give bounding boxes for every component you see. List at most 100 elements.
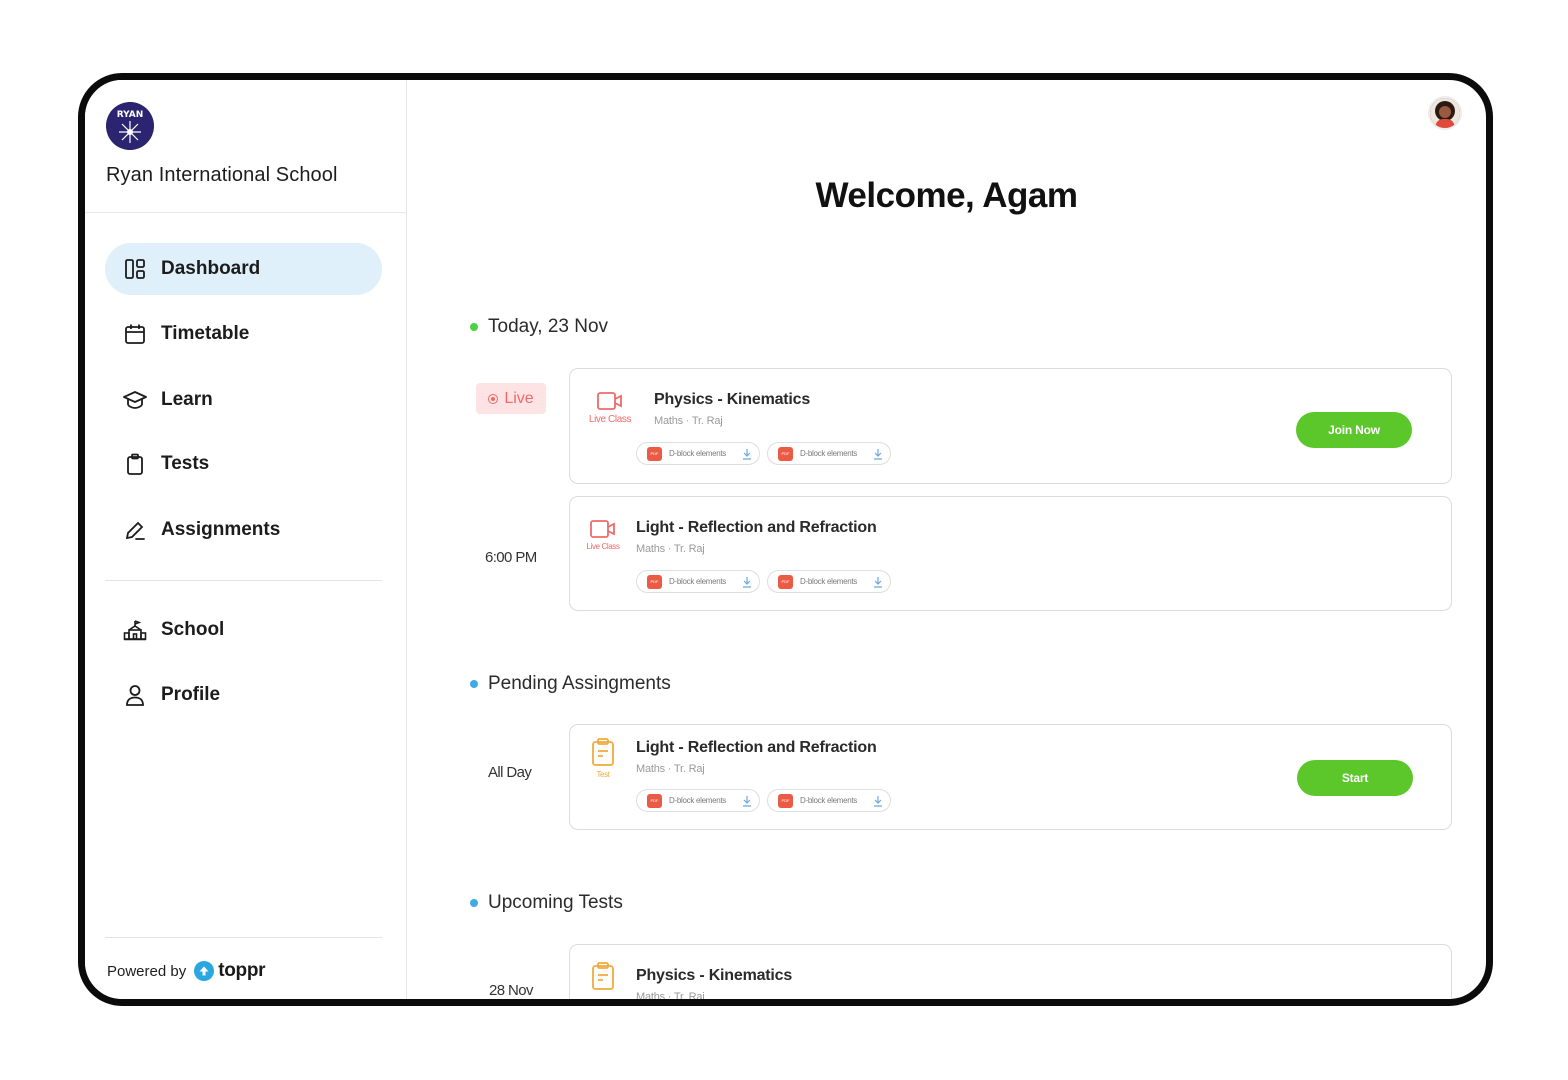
graduation-cap-icon — [123, 388, 147, 412]
card-title: Physics - Kinematics — [636, 967, 793, 984]
nav-learn[interactable]: Learn — [105, 374, 382, 426]
live-badge: Live — [476, 383, 546, 414]
divider — [105, 580, 382, 581]
type-indicator: Live Class — [580, 519, 626, 551]
app-screen: RYAN Ryan International School Dashboard — [85, 80, 1486, 999]
nav-label: Profile — [161, 684, 221, 705]
pdf-icon: PDF — [778, 446, 793, 461]
school-name: Ryan International School — [106, 164, 338, 186]
assignment-card[interactable]: Test Light - Reflection and Refraction M… — [569, 724, 1452, 830]
card-title: Light - Reflection and Refraction — [636, 739, 877, 756]
attachment-chip[interactable]: PDF D-block elements — [767, 570, 891, 593]
nav-label: School — [161, 619, 225, 640]
download-icon[interactable] — [872, 576, 884, 588]
section-title: Upcoming Tests — [488, 892, 623, 913]
status-dot — [470, 899, 478, 907]
attachment-chip[interactable]: PDF D-block elements — [636, 570, 760, 593]
time-label: All Day — [488, 764, 532, 781]
video-camera-icon — [597, 392, 622, 410]
type-indicator: Live Class — [584, 391, 636, 425]
attachment-name: D-block elements — [669, 577, 727, 586]
nav-label: Learn — [161, 389, 213, 410]
nav-assignments[interactable]: Assignments — [105, 504, 382, 556]
nav-label: Timetable — [161, 323, 250, 344]
attachment-name: D-block elements — [800, 796, 858, 805]
join-now-button[interactable]: Join Now — [1296, 412, 1412, 448]
nav-school[interactable]: School — [105, 604, 382, 656]
video-camera-icon — [590, 520, 615, 538]
type-label: Live Class — [586, 542, 620, 551]
card-subtitle: Maths · Tr. Raj — [636, 763, 705, 775]
status-dot — [470, 323, 478, 331]
download-icon[interactable] — [741, 795, 753, 807]
school-logo-text: RYAN — [117, 110, 144, 120]
avatar[interactable] — [1428, 96, 1462, 130]
clipboard-icon — [592, 962, 614, 990]
time-label: Live — [504, 389, 534, 407]
attachment-chip[interactable]: PDF D-block elements — [767, 789, 891, 812]
nav-dashboard[interactable]: Dashboard — [105, 243, 382, 295]
attachment-name: D-block elements — [669, 796, 727, 805]
divider — [85, 212, 407, 213]
divider — [105, 937, 382, 938]
nav-label: Assignments — [161, 519, 281, 540]
download-icon[interactable] — [872, 448, 884, 460]
download-icon[interactable] — [741, 448, 753, 460]
type-label: Live Class — [588, 414, 632, 425]
card-subtitle: Maths · Tr. Raj — [636, 543, 705, 555]
attachment-chip[interactable]: PDF D-block elements — [636, 789, 760, 812]
status-dot — [470, 680, 478, 688]
pen-icon — [123, 518, 147, 542]
attachment-name: D-block elements — [669, 449, 727, 458]
powered-by: Powered by toppr — [107, 960, 266, 982]
powered-by-label: Powered by — [107, 962, 187, 980]
pdf-icon: PDF — [778, 793, 793, 808]
type-label: Test — [596, 770, 610, 779]
school-building-icon — [123, 618, 147, 642]
device-frame: RYAN Ryan International School Dashboard — [78, 73, 1493, 1006]
school-logo: RYAN — [106, 102, 154, 150]
attachment-name: D-block elements — [800, 577, 858, 586]
class-card[interactable]: Live Class Physics - Kinematics Maths · … — [569, 368, 1452, 484]
start-button[interactable]: Start — [1297, 760, 1413, 796]
toppr-logo-icon — [194, 961, 215, 981]
nav-label: Tests — [161, 453, 210, 474]
section-tests: Upcoming Tests — [470, 892, 623, 914]
class-card[interactable]: Live Class Light - Reflection and Refrac… — [569, 496, 1452, 611]
download-icon[interactable] — [872, 795, 884, 807]
attachment-chip[interactable]: PDF D-block elements — [636, 442, 760, 465]
page-title: Welcome, Agam — [815, 176, 1078, 215]
nav-timetable[interactable]: Timetable — [105, 308, 382, 360]
pdf-icon: PDF — [647, 574, 662, 589]
download-icon[interactable] — [741, 576, 753, 588]
card-title: Light - Reflection and Refraction — [636, 519, 877, 536]
section-today: Today, 23 Nov — [470, 316, 608, 338]
clipboard-icon — [123, 452, 147, 476]
person-icon — [123, 683, 147, 707]
dashboard-icon — [123, 257, 147, 281]
attachment-name: D-block elements — [800, 449, 858, 458]
pdf-icon: PDF — [647, 793, 662, 808]
time-label: 28 Nov — [489, 982, 534, 999]
sidebar: RYAN Ryan International School Dashboard — [85, 80, 407, 999]
nav-profile[interactable]: Profile — [105, 669, 382, 721]
type-indicator — [580, 961, 626, 991]
section-title: Pending Assingments — [488, 673, 671, 694]
pdf-icon: PDF — [778, 574, 793, 589]
pdf-icon: PDF — [647, 446, 662, 461]
card-subtitle: Maths · Tr. Raj — [636, 991, 705, 1003]
main-content: Welcome, Agam Today, 23 Nov Live Live Cl… — [407, 80, 1486, 999]
attachment-chip[interactable]: PDF D-block elements — [767, 442, 891, 465]
calendar-icon — [123, 322, 147, 346]
clipboard-icon — [592, 738, 614, 766]
nav-label: Dashboard — [161, 258, 261, 279]
brand-name: toppr — [218, 960, 266, 981]
card-title: Physics - Kinematics — [654, 391, 811, 408]
card-subtitle: Maths · Tr. Raj — [654, 415, 723, 427]
section-title: Today, 23 Nov — [488, 316, 609, 337]
test-card[interactable]: Physics - Kinematics Maths · Tr. Raj — [569, 944, 1452, 1003]
section-assignments: Pending Assingments — [470, 673, 671, 695]
nav-tests[interactable]: Tests — [105, 438, 382, 490]
time-label: 6:00 PM — [485, 549, 537, 566]
live-dot-icon — [488, 393, 499, 404]
